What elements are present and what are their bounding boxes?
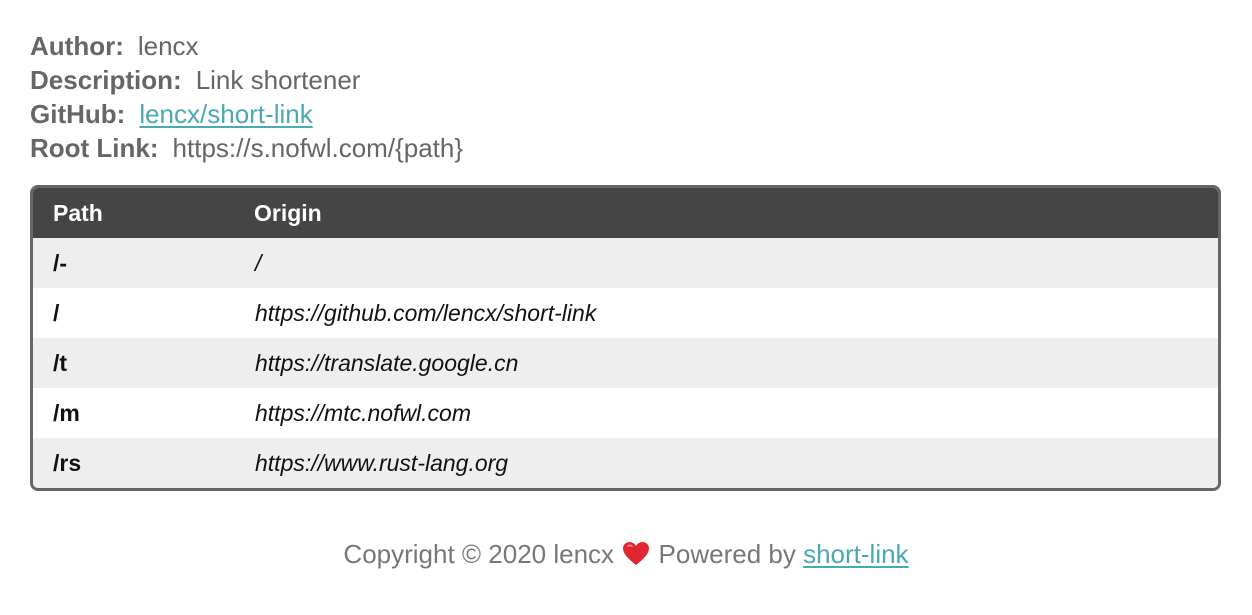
description-row: Description: Link shortener [30,63,463,97]
path-cell: /t [53,349,68,376]
author-value: lencx [137,31,199,61]
path-cell: /rs [53,449,82,476]
path-cell: /m [53,399,80,426]
root-link-value: https://s.nofwl.com/{path} [172,133,464,163]
table-header-row: Path Origin [33,188,1218,238]
column-header-origin: Origin [254,199,322,226]
description-value: Link shortener [195,65,361,95]
origin-cell: https://translate.google.cn [255,349,519,376]
column-header-path: Path [53,199,103,226]
short-link-footer-link[interactable]: short-link [803,539,908,569]
github-label: GitHub: [30,99,126,129]
description-label: Description: [30,65,182,95]
origin-cell: / [255,249,262,276]
links-table: Path Origin /- / / https://github.com/le… [33,188,1218,488]
info-section: Author: lencx Description: Link shortene… [30,29,463,165]
table-row: /- / [33,238,1218,288]
github-row: GitHub: lencx/short-link [30,97,463,131]
table-row: /m https://mtc.nofwl.com [33,388,1218,438]
origin-cell: https://mtc.nofwl.com [255,399,472,426]
heart-icon [623,539,650,570]
origin-cell: https://github.com/lencx/short-link [255,299,597,326]
footer: Copyright © 2020 lencx Powered by short-… [0,539,1252,570]
path-cell: / [53,299,60,326]
path-cell: /- [53,249,68,276]
powered-by-text: Powered by [658,539,796,569]
origin-cell: https://www.rust-lang.org [255,449,509,476]
root-link-row: Root Link: https://s.nofwl.com/{path} [30,131,463,165]
root-link-label: Root Link: [30,133,159,163]
table-row: /rs https://www.rust-lang.org [33,438,1218,488]
author-row: Author: lencx [30,29,463,63]
links-table-container: Path Origin /- / / https://github.com/le… [30,185,1221,491]
table-row: /t https://translate.google.cn [33,338,1218,388]
copyright-text: Copyright © 2020 lencx [343,539,615,569]
github-link[interactable]: lencx/short-link [139,97,312,131]
author-label: Author: [30,31,124,61]
table-row: / https://github.com/lencx/short-link [33,288,1218,338]
